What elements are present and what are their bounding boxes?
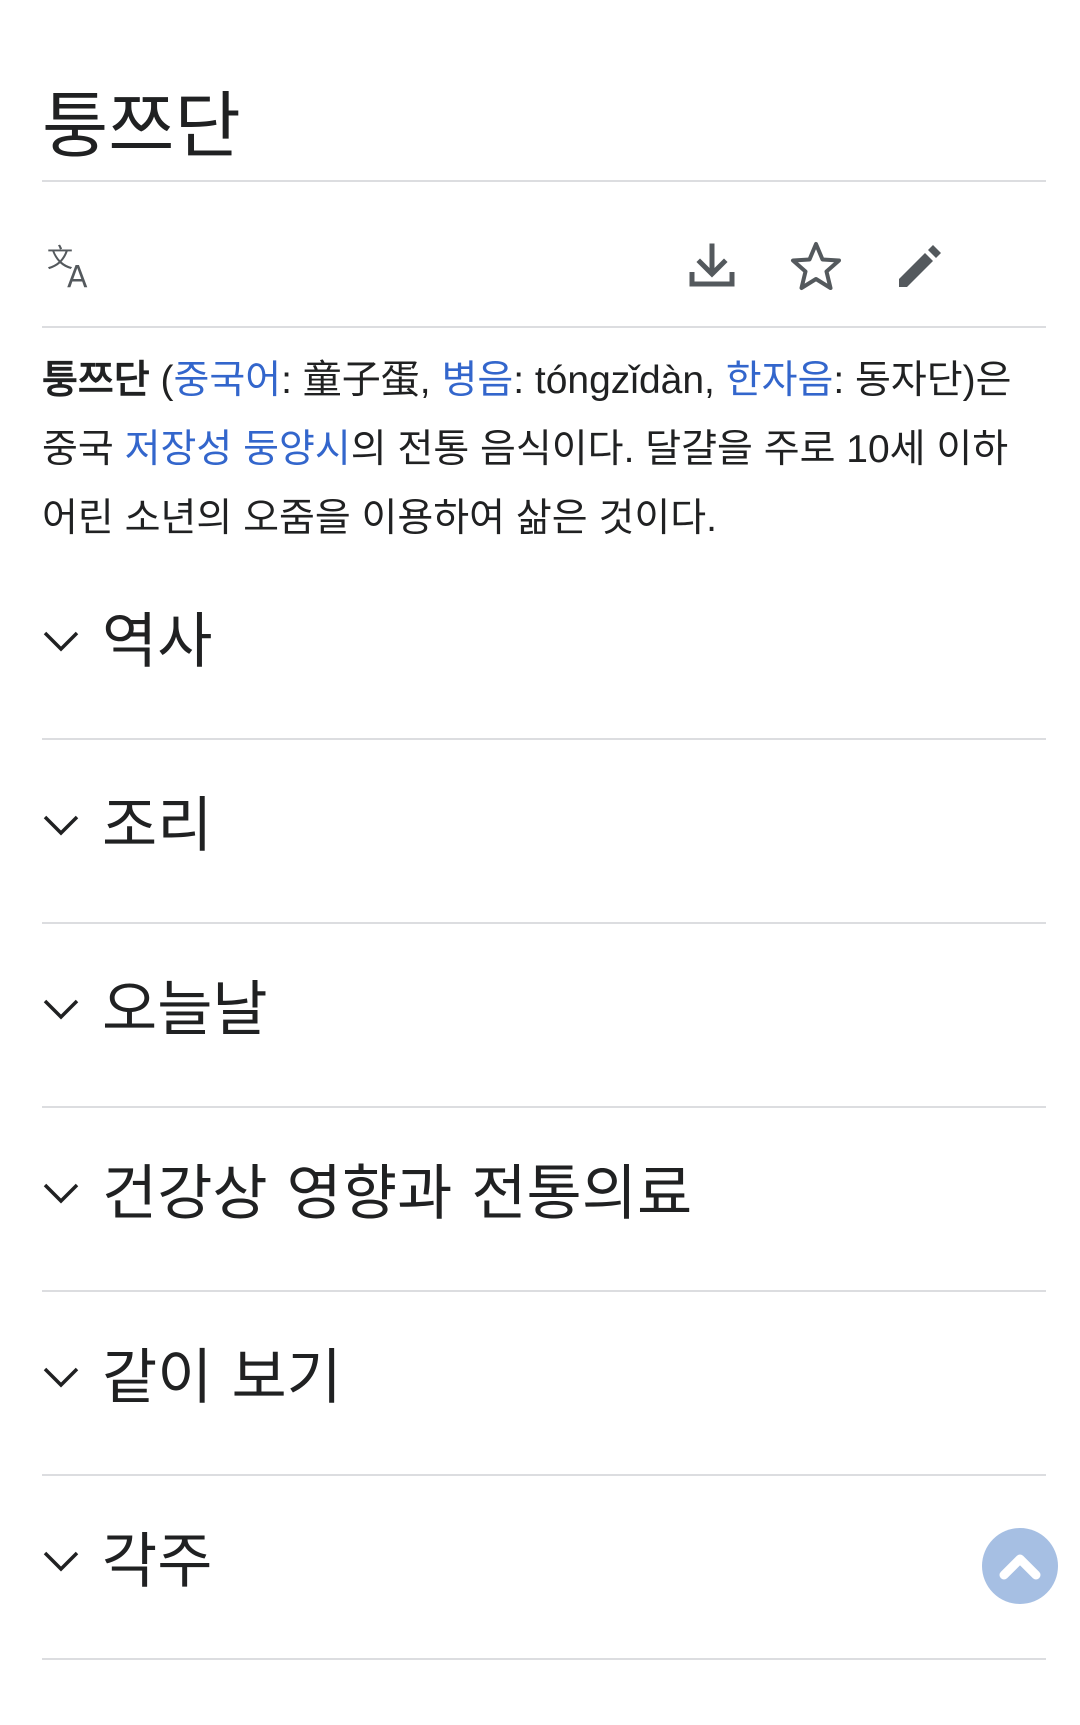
- section-heading: 같이 보기: [102, 1343, 342, 1413]
- section-heading: 오늘날: [102, 975, 268, 1045]
- lead-paragraph: 퉁쯔단 (중국어: 童子蛋, 병음: tóngzǐdàn, 한자음: 동자단)은…: [42, 346, 1046, 553]
- lead-text: ,: [704, 359, 726, 402]
- svg-text:A: A: [67, 260, 88, 289]
- section-heading: 건강상 영향과 전통의료: [102, 1159, 693, 1229]
- download-icon[interactable]: [682, 236, 742, 296]
- section-cooking[interactable]: 조리: [42, 740, 1046, 924]
- section-footnotes[interactable]: 각주: [42, 1476, 1046, 1660]
- section-heading: 역사: [102, 607, 213, 677]
- star-icon[interactable]: [786, 236, 846, 296]
- lead-text: 중국: [42, 428, 125, 471]
- lead-text: :: [513, 359, 535, 402]
- page-actions-toolbar: 文 A: [42, 202, 1046, 328]
- chevron-down-icon: [43, 999, 79, 1020]
- lead-term: 퉁쯔단: [42, 359, 150, 402]
- section-divider: [42, 1658, 1046, 1660]
- section-see-also[interactable]: 같이 보기: [42, 1292, 1046, 1476]
- section-today[interactable]: 오늘날: [42, 924, 1046, 1108]
- translate-icon[interactable]: 文 A: [42, 236, 102, 296]
- link-chinese-language[interactable]: 중국어: [173, 359, 281, 402]
- link-pinyin[interactable]: 병음: [441, 359, 513, 402]
- section-history[interactable]: 역사: [42, 556, 1046, 740]
- lead-text: :: [281, 359, 303, 402]
- pinyin-text: tóngzǐdàn: [534, 359, 705, 402]
- hanja-reading-text: 동자단: [855, 359, 963, 402]
- title-divider: [42, 180, 1046, 182]
- chevron-up-icon: [999, 1554, 1041, 1580]
- chevron-down-icon: [43, 631, 79, 652]
- chevron-down-icon: [43, 1367, 79, 1388]
- lead-text: (: [149, 359, 174, 402]
- lead-text: ,: [419, 359, 442, 402]
- chevron-down-icon: [43, 1551, 79, 1572]
- pencil-icon[interactable]: [890, 236, 950, 296]
- lead-text: )은: [962, 359, 1012, 402]
- section-heading: 조리: [102, 791, 213, 861]
- chevron-down-icon: [43, 1183, 79, 1204]
- link-dongyang[interactable]: 둥양시: [243, 428, 351, 471]
- link-zhejiang[interactable]: 저장성: [125, 428, 233, 471]
- chinese-characters: 童子蛋: [302, 359, 420, 402]
- back-to-top-button[interactable]: [982, 1528, 1058, 1604]
- toolbar-divider: [42, 326, 1046, 328]
- lead-text: :: [833, 359, 856, 402]
- section-heading: 각주: [102, 1527, 213, 1597]
- chevron-down-icon: [43, 815, 79, 836]
- link-hanja-reading[interactable]: 한자음: [726, 359, 834, 402]
- lead-text: [232, 428, 243, 471]
- page-title: 퉁쯔단: [42, 84, 241, 168]
- section-health-effects[interactable]: 건강상 영향과 전통의료: [42, 1108, 1046, 1292]
